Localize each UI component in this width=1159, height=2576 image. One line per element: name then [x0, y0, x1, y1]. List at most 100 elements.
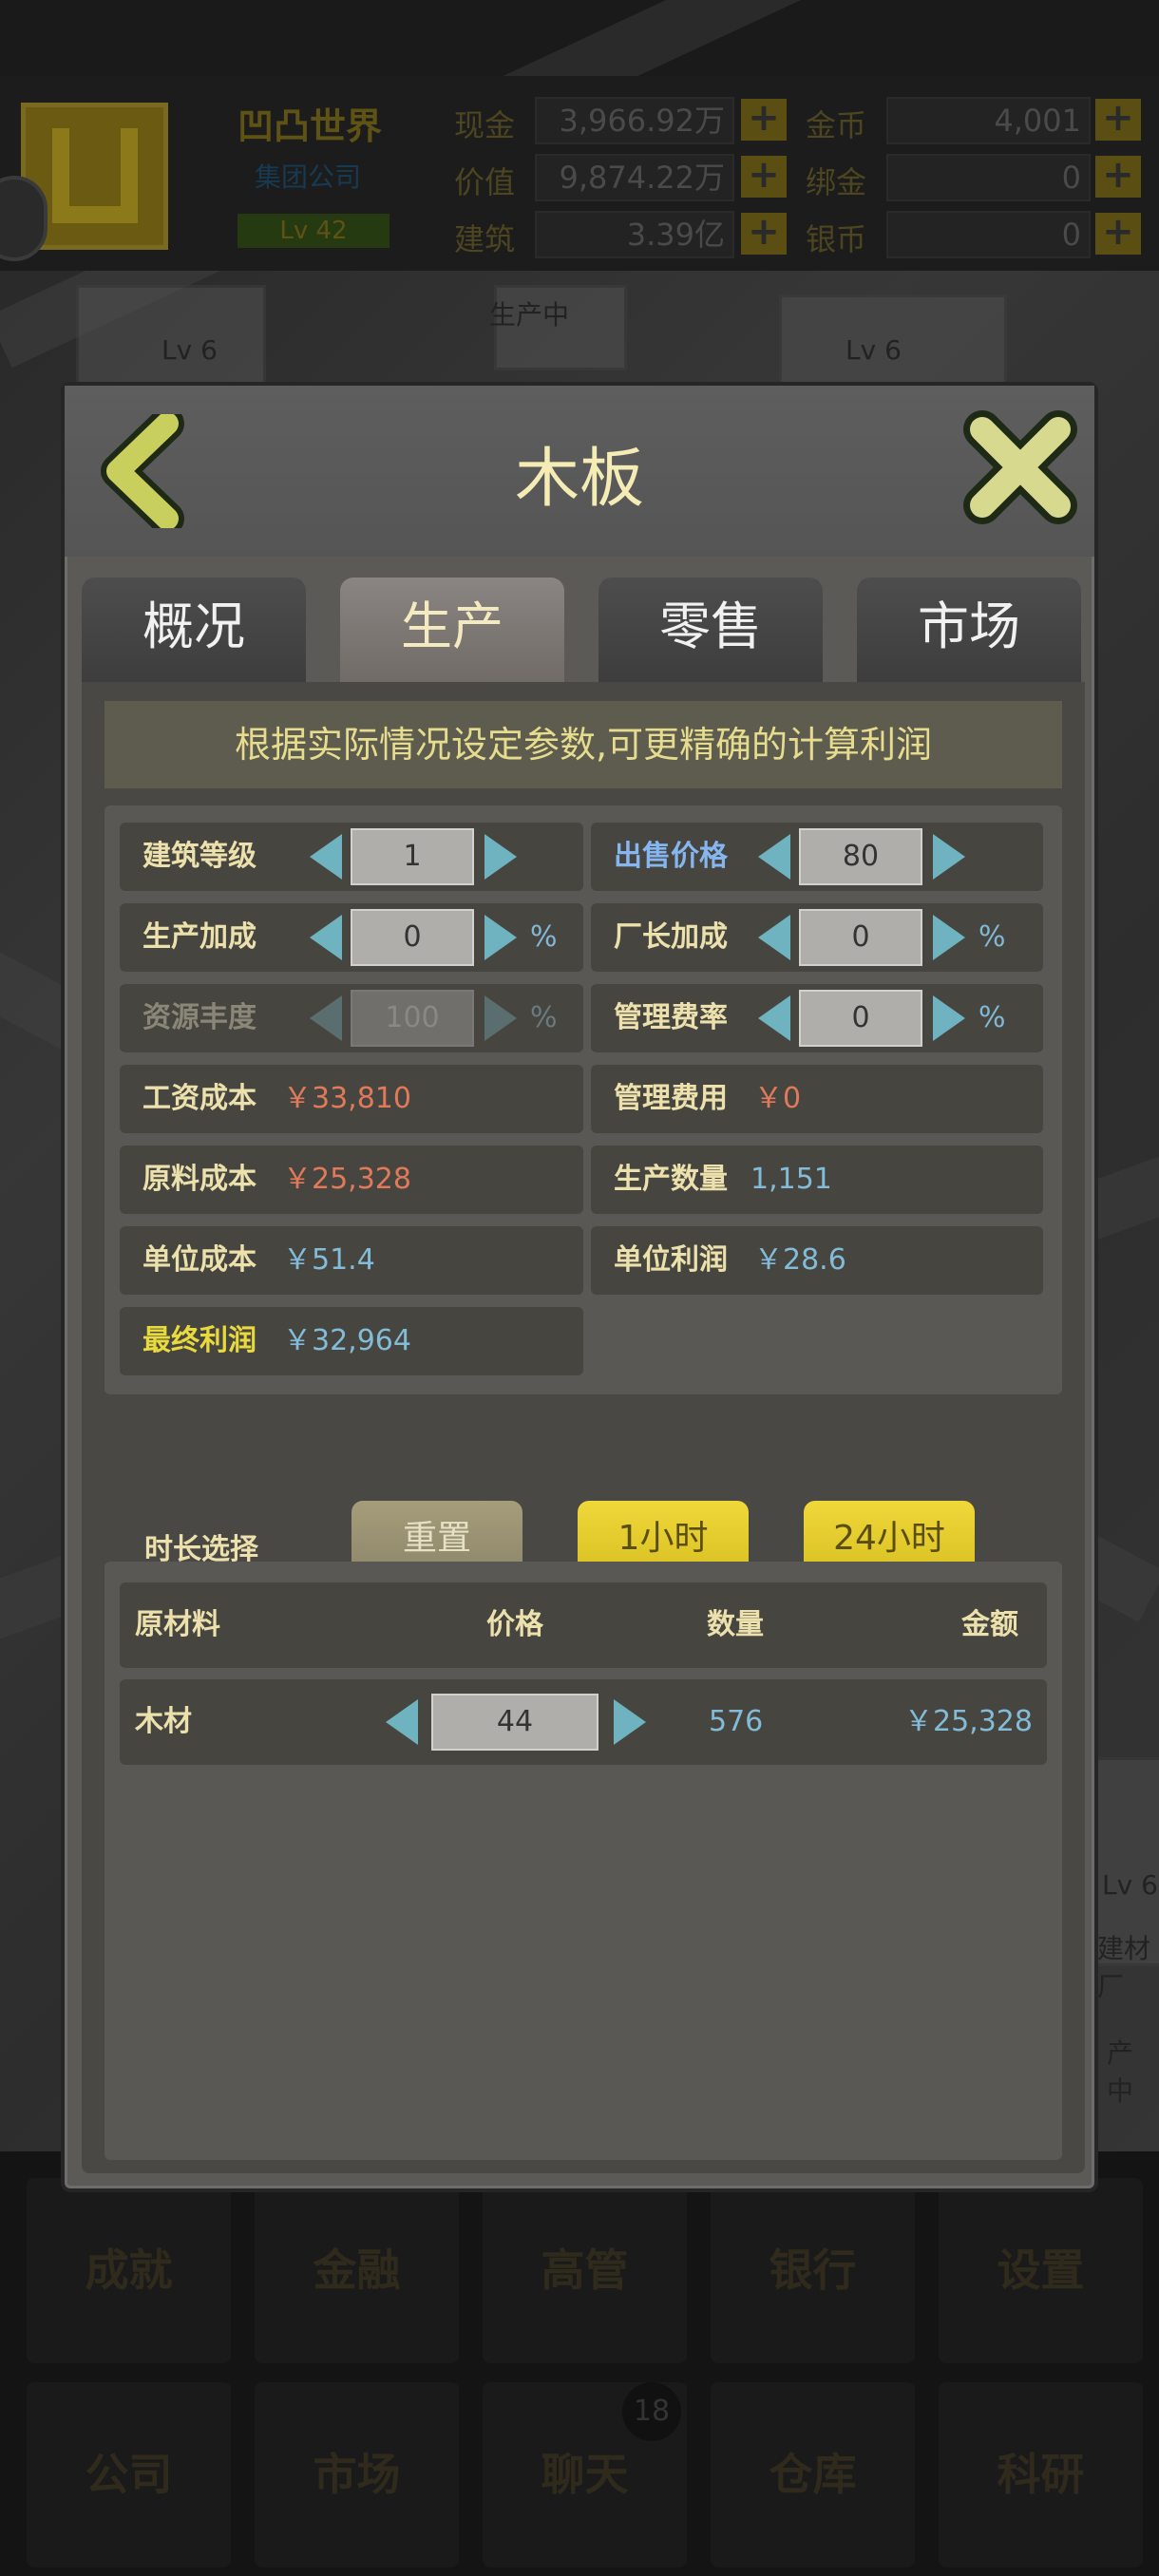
resource-abundance-input: 100 — [351, 990, 474, 1047]
building-label: 建筑 — [454, 221, 516, 257]
building-level-row: 建筑等级 1 — [120, 823, 583, 891]
management-rate-row: 管理费率 0 % — [591, 984, 1043, 1052]
management-rate-decrease-icon[interactable] — [758, 995, 790, 1041]
unit-profit-row: 单位利润 ￥28.6 — [591, 1226, 1043, 1295]
bg-side-factory: 建材厂 — [1097, 1933, 1151, 2002]
nav-achievements[interactable]: 成就 — [27, 2178, 231, 2363]
add-cash-button[interactable]: + — [741, 99, 787, 141]
production-bonus-row: 生产加成 0 % — [120, 903, 583, 972]
dialog-tabs: 概况 生产 零售 市场 — [82, 578, 1085, 682]
add-value-button[interactable]: + — [741, 156, 787, 198]
bound-gold-value: 0 — [886, 154, 1091, 201]
nav-research[interactable]: 科研 — [939, 2382, 1143, 2567]
bottom-navigation: 成就 金融 高管 银行 设置 公司 市场 聊天 仓库 科研 — [0, 2151, 1159, 2576]
building-stat: 建筑 3.39亿 + — [454, 211, 791, 258]
floating-chat-bubble-icon[interactable] — [0, 176, 48, 261]
resource-abundance-decrease-icon — [310, 995, 342, 1041]
nav-warehouse[interactable]: 仓库 — [711, 2382, 915, 2567]
cash-label: 现金 — [454, 107, 516, 143]
production-content: 根据实际情况设定参数,可更精确的计算利润 建筑等级 1 出售价格 80 生产加成… — [82, 682, 1085, 2173]
bg-side-production: 产中 — [1107, 2037, 1134, 2107]
sell-price-row: 出售价格 80 — [591, 823, 1043, 891]
tab-retail[interactable]: 零售 — [598, 578, 823, 682]
add-silver-button[interactable]: + — [1095, 213, 1141, 255]
resource-abundance-row: 资源丰度 100 % — [120, 984, 583, 1052]
silver-stat: 银币 0 + — [806, 211, 1143, 258]
production-qty-row: 生产数量 1,151 — [591, 1146, 1043, 1214]
material-price-decrease-icon[interactable] — [386, 1699, 418, 1745]
unit-profit-value: ￥28.6 — [754, 1243, 846, 1277]
dialog-title: 木板 — [514, 442, 644, 517]
manager-bonus-decrease-icon[interactable] — [758, 915, 790, 960]
tab-overview[interactable]: 概况 — [82, 578, 306, 682]
bound-gold-label: 绑金 — [806, 164, 867, 200]
company-level: Lv 42 — [238, 214, 390, 248]
production-bonus-label: 生产加成 — [142, 920, 256, 954]
management-fee-label: 管理费用 — [614, 1082, 728, 1115]
nav-finance[interactable]: 金融 — [255, 2178, 459, 2363]
manager-bonus-increase-icon[interactable] — [933, 915, 965, 960]
add-gold-button[interactable]: + — [1095, 99, 1141, 141]
value-value: 9,874.22万 — [535, 154, 734, 201]
management-rate-increase-icon[interactable] — [933, 995, 965, 1041]
production-bonus-increase-icon[interactable] — [484, 915, 517, 960]
manager-bonus-input[interactable]: 0 — [799, 909, 922, 966]
nav-executives[interactable]: 高管 — [483, 2178, 687, 2363]
management-rate-label: 管理费率 — [614, 1001, 728, 1034]
final-profit-value: ￥32,964 — [283, 1324, 411, 1357]
building-level-input[interactable]: 1 — [351, 828, 474, 885]
final-profit-row: 最终利润 ￥32,964 — [120, 1307, 583, 1375]
nav-market[interactable]: 市场 — [255, 2382, 459, 2567]
wage-cost-row: 工资成本 ￥33,810 — [120, 1065, 583, 1133]
building-level-decrease-icon[interactable] — [310, 834, 342, 880]
building-level-increase-icon[interactable] — [484, 834, 517, 880]
silver-value: 0 — [886, 211, 1091, 258]
add-building-button[interactable]: + — [741, 213, 787, 255]
manager-bonus-unit: % — [978, 920, 1006, 954]
bg-building-level: Lv 6 — [846, 334, 902, 366]
material-cost-row: 原料成本 ￥25,328 — [120, 1146, 583, 1214]
material-cost-label: 原料成本 — [142, 1163, 256, 1196]
sell-price-increase-icon[interactable] — [933, 834, 965, 880]
tab-market[interactable]: 市场 — [857, 578, 1081, 682]
unit-profit-label: 单位利润 — [614, 1243, 728, 1277]
material-price-increase-icon[interactable] — [614, 1699, 646, 1745]
production-bonus-input[interactable]: 0 — [351, 909, 474, 966]
materials-header: 原材料 价格 数量 金额 — [120, 1582, 1047, 1668]
building-level-label: 建筑等级 — [142, 840, 256, 873]
gold-label: 金币 — [806, 107, 867, 143]
chat-unread-badge: 18 — [622, 2382, 681, 2441]
resource-abundance-unit: % — [530, 1001, 558, 1034]
bg-side-level: Lv 6 — [1102, 1869, 1158, 1901]
material-price-input[interactable]: 44 — [431, 1694, 598, 1751]
wage-cost-value: ￥33,810 — [283, 1082, 411, 1115]
production-qty-label: 生产数量 — [614, 1163, 728, 1196]
resource-abundance-increase-icon — [484, 995, 517, 1041]
bg-production-status: 生产中 — [489, 299, 570, 331]
material-cost-value: ￥25,328 — [283, 1163, 411, 1196]
close-button[interactable] — [963, 410, 1077, 524]
close-icon — [963, 410, 1077, 524]
nav-company[interactable]: 公司 — [27, 2382, 231, 2567]
nav-bank[interactable]: 银行 — [711, 2178, 915, 2363]
cash-value: 3,966.92万 — [535, 97, 734, 144]
production-dialog: 木板 概况 生产 零售 市场 根据实际情况设定参数,可更精确的计算利润 建筑等级… — [61, 382, 1098, 2192]
nav-settings[interactable]: 设置 — [939, 2178, 1143, 2363]
parameter-panel: 建筑等级 1 出售价格 80 生产加成 0 % 厂长加成 0 % 资源丰度 10… — [104, 805, 1062, 1394]
production-bonus-decrease-icon[interactable] — [310, 915, 342, 960]
sell-price-input[interactable]: 80 — [799, 828, 922, 885]
materials-header-price: 价格 — [486, 1608, 543, 1641]
final-profit-label: 最终利润 — [142, 1324, 256, 1357]
building-value: 3.39亿 — [535, 211, 734, 258]
materials-header-name: 原材料 — [135, 1608, 220, 1641]
management-rate-input[interactable]: 0 — [799, 990, 922, 1047]
dialog-header: 木板 — [65, 386, 1094, 557]
production-qty-value: 1,151 — [750, 1163, 832, 1196]
add-bound-gold-button[interactable]: + — [1095, 156, 1141, 198]
tab-production[interactable]: 生产 — [340, 578, 564, 682]
management-fee-value: ￥0 — [754, 1082, 802, 1115]
company-name: 凹凸世界 — [238, 105, 383, 147]
table-row: 木材 44 576 ￥25,328 — [120, 1679, 1047, 1765]
sell-price-decrease-icon[interactable] — [758, 834, 790, 880]
unit-cost-row: 单位成本 ￥51.4 — [120, 1226, 583, 1295]
